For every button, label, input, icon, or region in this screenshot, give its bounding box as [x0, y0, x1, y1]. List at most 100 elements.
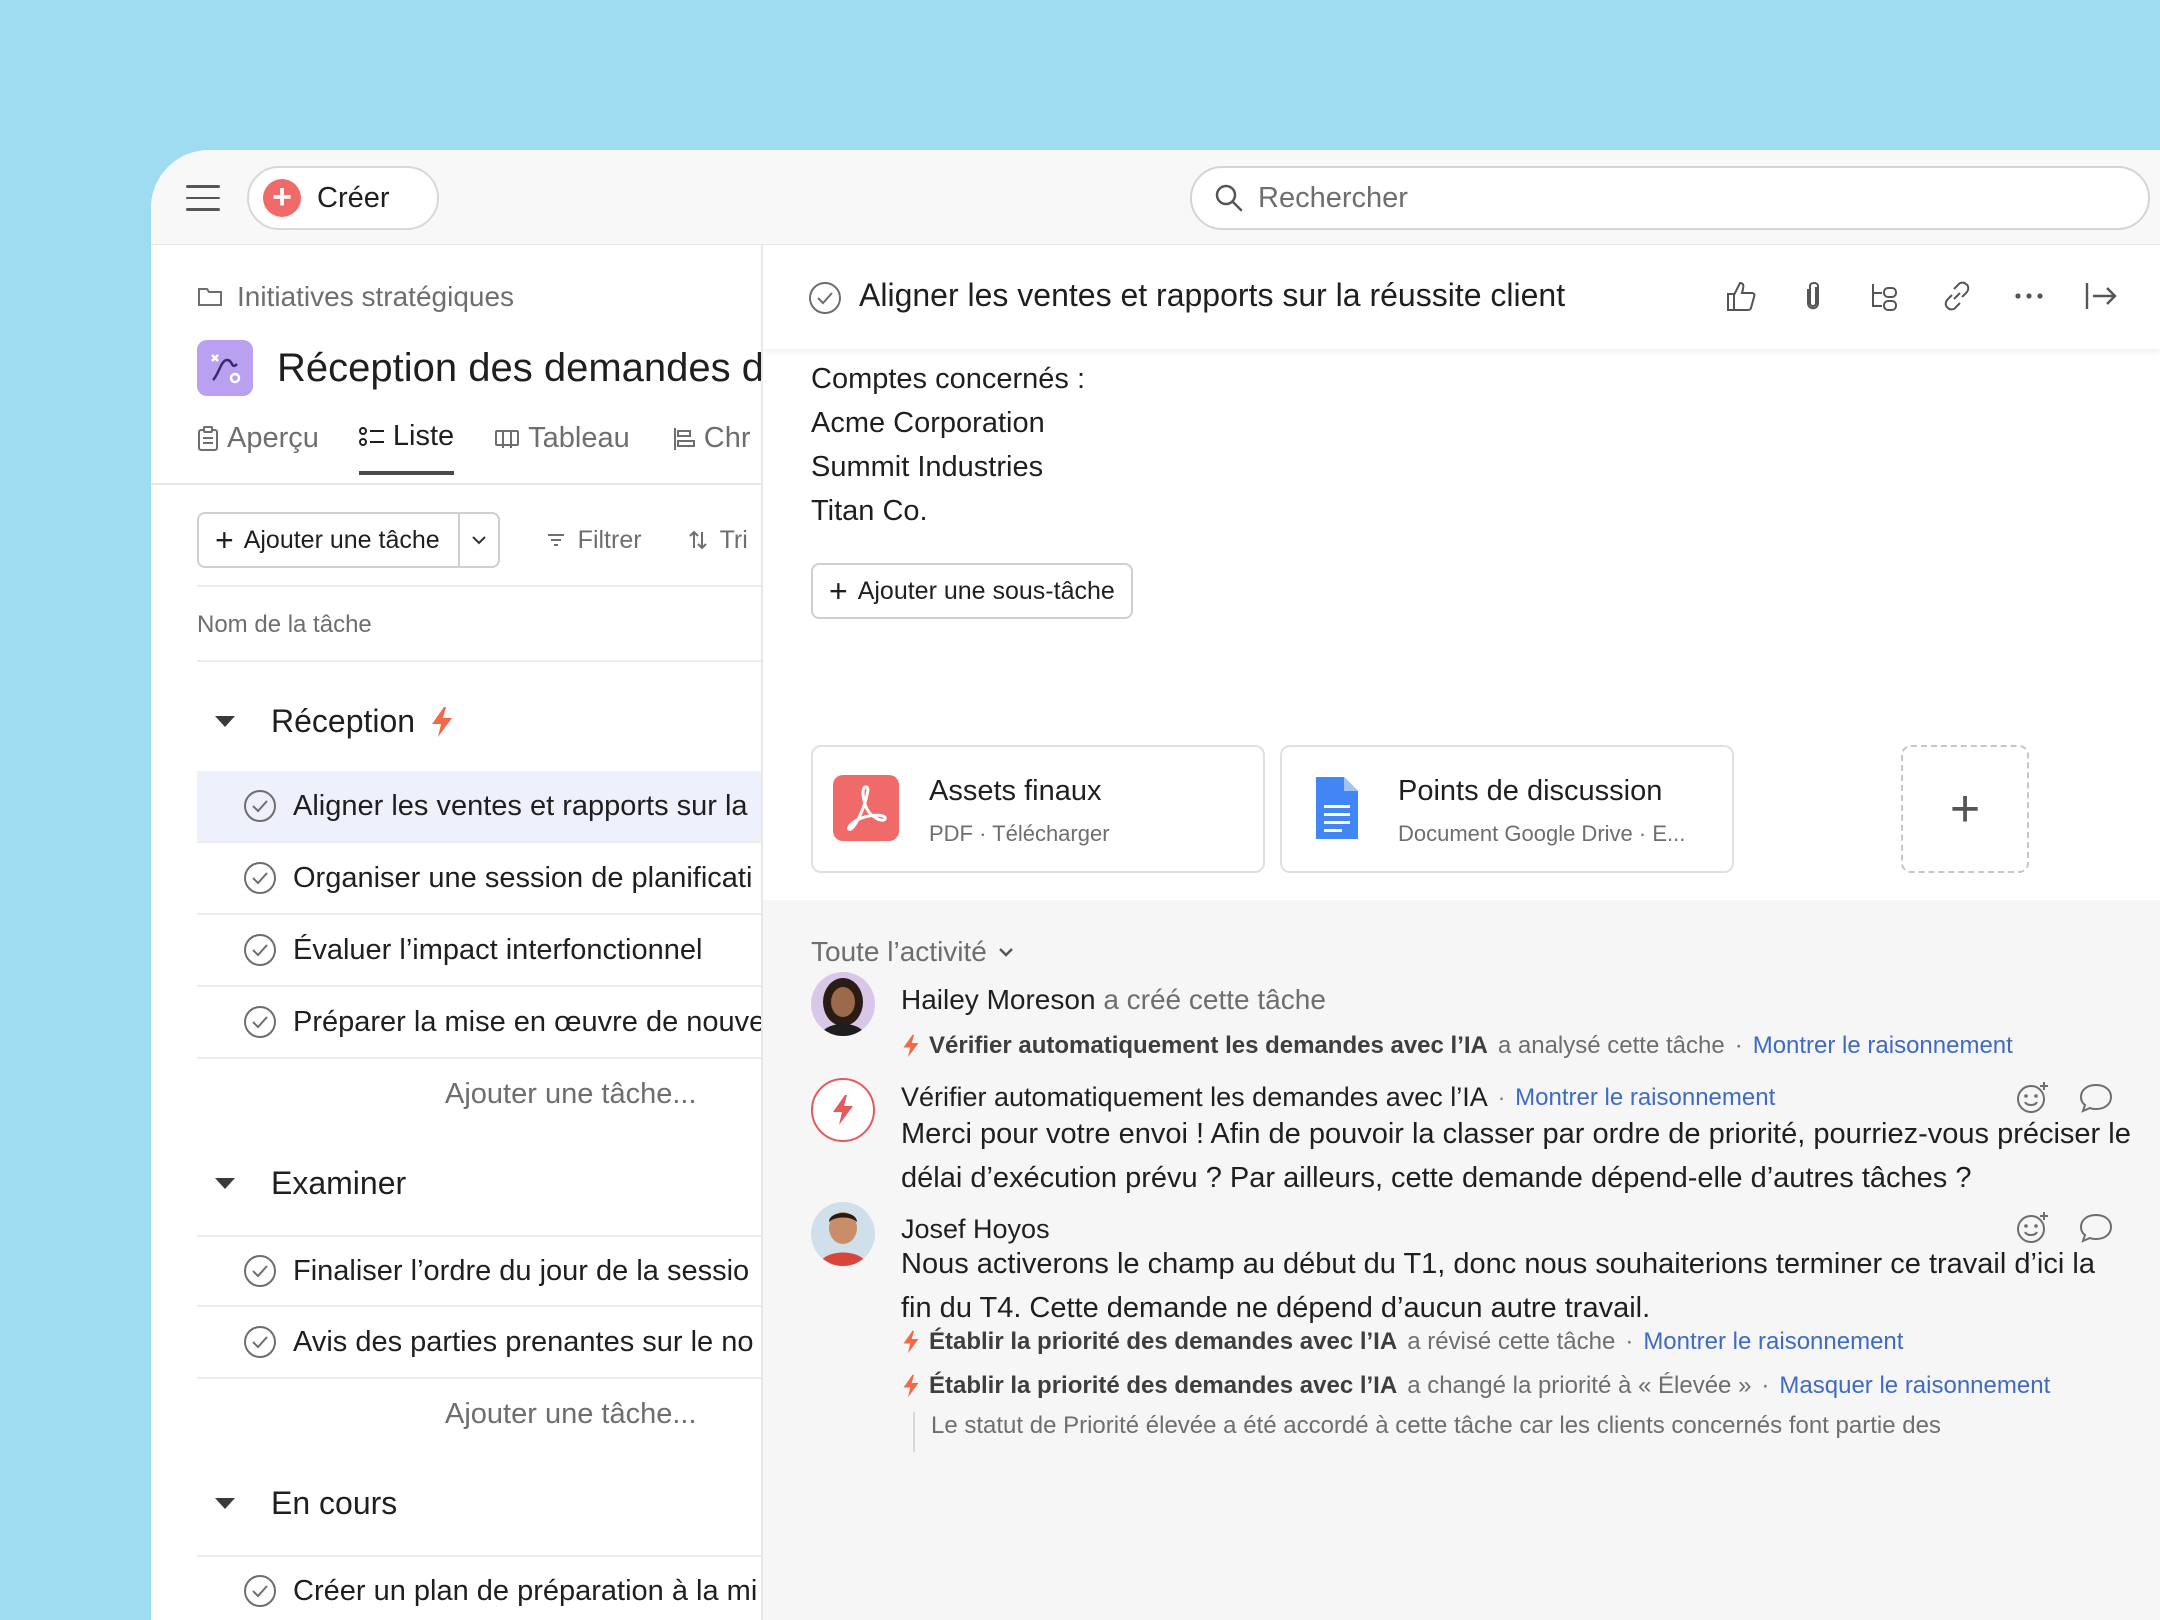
task-header-actions — [1686, 279, 2118, 318]
add-task-dropdown[interactable] — [457, 514, 498, 566]
checkmark-circle-icon[interactable] — [243, 789, 277, 823]
caret-down-icon — [215, 1178, 235, 1189]
create-button[interactable]: + Créer — [247, 166, 439, 230]
filter-button[interactable]: Filtrer — [546, 526, 642, 555]
section-reception[interactable]: Réception — [197, 703, 455, 740]
activity-filter-label: Toute l’activité — [811, 936, 987, 967]
plus-icon: + — [215, 522, 234, 558]
task-name: Aligner les ventes et rapports sur la — [293, 789, 748, 822]
section-en-cours[interactable]: En cours — [197, 1485, 397, 1522]
project-icon — [197, 340, 253, 396]
show-reasoning-link[interactable]: Montrer le raisonnement — [1753, 1032, 2013, 1060]
activity-user[interactable]: Hailey Moreson — [901, 984, 1096, 1015]
task-name: Avis des parties prenantes sur le no — [293, 1325, 754, 1358]
breadcrumb[interactable]: Initiatives stratégiques — [197, 281, 514, 313]
caret-down-icon — [215, 1498, 235, 1509]
section-title: Examiner — [271, 1165, 407, 1201]
tab-list-label: Liste — [392, 420, 455, 452]
comment-body: Nous activerons le champ au début du T1,… — [901, 1248, 2095, 1324]
description-line: Summit Industries — [811, 451, 1044, 483]
task-row[interactable]: Avis des parties prenantes sur le no — [197, 1307, 761, 1379]
add-task-split-button: + Ajouter une tâche — [197, 512, 500, 568]
subtask-icon[interactable] — [1868, 279, 1902, 318]
breadcrumb-label: Initiatives stratégiques — [237, 281, 515, 312]
sort-button[interactable]: Tri — [688, 526, 748, 555]
chevron-down-icon — [471, 536, 486, 545]
description-line: Titan Co. — [811, 495, 928, 527]
checkmark-circle-icon[interactable] — [243, 1005, 277, 1039]
tab-timeline[interactable]: Chr — [670, 420, 751, 475]
separator: · — [1734, 1032, 1743, 1059]
list-icon — [358, 426, 384, 446]
task-row[interactable]: Aligner les ventes et rapports sur la — [197, 771, 761, 843]
task-row[interactable]: Finaliser l’ordre du jour de la sessio — [197, 1235, 761, 1307]
checkmark-circle-icon[interactable] — [808, 281, 842, 315]
comment-author[interactable]: Josef Hoyos — [901, 1214, 1050, 1245]
add-task-button[interactable]: + Ajouter une tâche — [199, 514, 458, 566]
close-pane-icon[interactable] — [2084, 279, 2118, 318]
tabs-divider — [151, 483, 761, 485]
lightning-icon — [903, 1374, 919, 1398]
plus-icon: + — [263, 179, 301, 217]
task-row[interactable]: Créer un plan de préparation à la mi — [197, 1555, 761, 1620]
search-placeholder: Rechercher — [1258, 181, 1408, 214]
add-task-inline[interactable]: Ajouter une tâche... — [445, 1078, 697, 1111]
tab-overview[interactable]: Aperçu — [197, 420, 319, 475]
tab-timeline-label: Chr — [703, 422, 751, 454]
activity-action: a changé la priorité à « Élevée » — [1407, 1372, 1752, 1399]
activity-system-event: Établir la priorité des demandes avec l’… — [901, 1372, 2050, 1400]
task-name: Finaliser l’ordre du jour de la sessio — [293, 1254, 750, 1287]
attachment-card[interactable]: Assets finaux PDF · Télécharger — [811, 745, 1265, 873]
task-row[interactable]: Préparer la mise en œuvre de nouve — [197, 987, 761, 1059]
activity-action: a analysé cette tâche — [1497, 1032, 1725, 1059]
search-icon — [1215, 184, 1243, 212]
create-button-label: Créer — [317, 181, 390, 214]
attachment-card[interactable]: Points de discussion Document Google Dri… — [1280, 745, 1734, 873]
task-name: Créer un plan de préparation à la mi — [293, 1574, 758, 1607]
checkmark-circle-icon[interactable] — [243, 861, 277, 895]
sort-icon — [688, 530, 707, 550]
comment-author: Vérifier automatiquement les demandes av… — [901, 1082, 1488, 1112]
lightning-icon — [833, 1095, 853, 1125]
checkmark-circle-icon[interactable] — [243, 1254, 277, 1288]
checkmark-circle-icon[interactable] — [243, 1325, 277, 1359]
paperclip-icon[interactable] — [1796, 279, 1830, 318]
section-title: En cours — [271, 1485, 398, 1521]
thumbs-up-icon[interactable] — [1724, 279, 1758, 318]
link-icon[interactable] — [1940, 279, 1974, 318]
section-examiner[interactable]: Examiner — [197, 1165, 406, 1202]
add-attachment-button[interactable]: + — [1901, 745, 2029, 873]
comment-header: Vérifier automatiquement les demandes av… — [901, 1082, 1775, 1113]
menu-icon[interactable] — [186, 185, 220, 211]
google-doc-icon — [1316, 777, 1358, 839]
show-reasoning-link[interactable]: Montrer le raisonnement — [1515, 1084, 1775, 1112]
avatar[interactable] — [811, 1202, 875, 1266]
plus-icon: + — [829, 573, 848, 609]
avatar[interactable] — [811, 972, 875, 1036]
tab-list[interactable]: Liste — [358, 420, 455, 475]
top-bar: + Créer Rechercher — [151, 150, 2160, 245]
filter-label: Filtrer — [577, 525, 642, 554]
rule-name: Établir la priorité des demandes avec l’… — [929, 1328, 1398, 1355]
clipboard-icon — [198, 425, 218, 451]
task-detail-pane: Aligner les ventes et rapports sur la ré… — [763, 245, 2160, 1620]
add-subtask-button[interactable]: + Ajouter une sous-tâche — [811, 563, 1133, 619]
task-row[interactable]: Organiser une session de planificati — [197, 843, 761, 915]
task-title: Aligner les ventes et rapports sur la ré… — [859, 277, 1566, 313]
search-input[interactable]: Rechercher — [1190, 166, 2150, 230]
hide-reasoning-link[interactable]: Masquer le raisonnement — [1779, 1372, 2050, 1400]
tab-board[interactable]: Tableau — [494, 420, 630, 475]
task-name: Évaluer l’impact interfonctionnel — [293, 933, 703, 966]
checkmark-circle-icon[interactable] — [243, 933, 277, 967]
add-task-inline[interactable]: Ajouter une tâche... — [445, 1398, 697, 1431]
checkmark-circle-icon[interactable] — [243, 1574, 277, 1608]
task-description[interactable]: Comptes concernés : Acme Corporation Sum… — [811, 357, 1085, 533]
more-options-icon[interactable] — [2012, 279, 2046, 318]
show-reasoning-link[interactable]: Montrer le raisonnement — [1643, 1328, 1903, 1356]
activity-filter-dropdown[interactable]: Toute l’activité — [811, 936, 1015, 968]
task-row[interactable]: Évaluer l’impact interfonctionnel — [197, 915, 761, 987]
project-title: Réception des demandes de — [277, 345, 763, 390]
folder-icon — [198, 288, 222, 306]
project-pane: Initiatives stratégiques Réception des d… — [151, 245, 763, 1620]
activity-feed: Toute l’activité Hailey Moreson a créé c… — [763, 900, 2160, 1620]
